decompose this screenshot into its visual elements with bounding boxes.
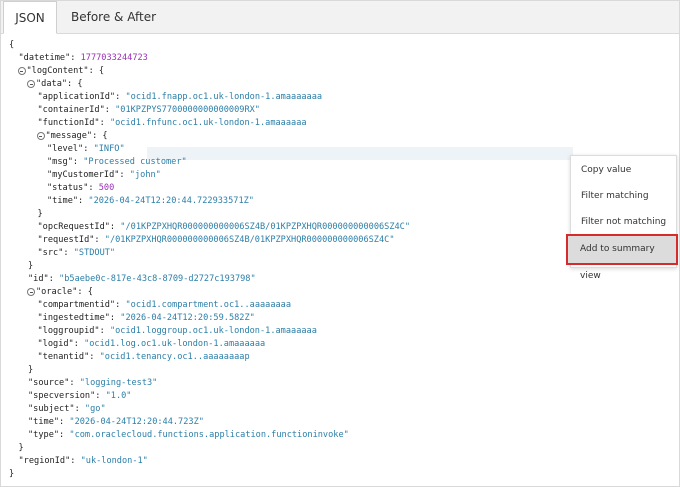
json-value: "2026-04-24T12:20:59.582Z"	[120, 313, 255, 323]
collapse-toggle-icon[interactable]	[36, 132, 45, 140]
json-value: "ocid1.loggroup.oc1.uk-london-1.amaaaaaa	[109, 326, 317, 336]
json-key: "message": {	[45, 131, 108, 141]
json-key: "requestId":	[37, 235, 105, 245]
json-value: "uk-london-1"	[80, 456, 148, 466]
json-key: "data": {	[36, 79, 83, 89]
json-key: "opcRequestId":	[37, 222, 121, 232]
log-detail-panel: JSON Before & After {"datetime": 1777033…	[0, 0, 680, 487]
json-key: "regionId":	[18, 456, 81, 466]
json-value: }	[18, 443, 24, 453]
json-key: "subject":	[28, 404, 85, 414]
json-value: "com.oraclecloud.functions.application.f…	[69, 430, 349, 440]
json-key: "time":	[47, 196, 89, 206]
json-key: "time":	[28, 417, 70, 427]
json-value: "ocid1.fnapp.oc1.uk-london-1.amaaaaaaa	[125, 92, 323, 102]
json-key: "specversion":	[28, 391, 106, 401]
json-key: "logid":	[37, 339, 85, 349]
json-key: "functionId":	[37, 118, 110, 128]
json-value: }	[28, 261, 34, 271]
json-value: "Processed customer"	[83, 157, 187, 167]
json-key: "source":	[28, 378, 80, 388]
json-value: }	[28, 365, 34, 375]
json-value: }	[37, 209, 43, 219]
filter-matching-menu-item[interactable]: Filter matching	[571, 183, 676, 209]
json-value: "01KPZPYS7700000000000009RX"	[115, 105, 260, 115]
json-key: "type":	[28, 430, 70, 440]
collapse-toggle-icon[interactable]	[27, 80, 35, 88]
json-key: "logContent": {	[26, 66, 105, 76]
hovered-row-highlight	[147, 147, 573, 160]
json-key: "msg":	[47, 157, 84, 167]
json-key: "status":	[47, 183, 99, 193]
json-value: }	[9, 469, 15, 479]
json-value: "ocid1.compartment.oc1..aaaaaaaa	[125, 300, 292, 310]
json-value: "/01KPZPXHQR000000000006SZ4B/01KPZPXHQR0…	[104, 235, 395, 245]
tab-before-after[interactable]: Before & After	[57, 1, 170, 33]
tab-json[interactable]: JSON	[3, 1, 57, 34]
json-value: 1777033244723	[80, 53, 148, 63]
json-key: "loggroupid":	[37, 326, 110, 336]
json-value: {	[9, 40, 15, 50]
json-key: "level":	[47, 144, 94, 154]
json-value: "STDOUT"	[73, 248, 116, 258]
json-value: "/01KPZPXHQR000000000006SZ4B/01KPZPXHQR0…	[120, 222, 411, 232]
copy-value-menu-item[interactable]: Copy value	[571, 157, 676, 183]
json-key: "tenantid":	[37, 352, 100, 362]
json-value: "1.0"	[105, 391, 132, 401]
json-value: "ocid1.log.oc1.uk-london-1.amaaaaaa	[84, 339, 266, 349]
collapse-toggle-icon[interactable]	[17, 67, 26, 75]
json-value: "ocid1.fnfunc.oc1.uk-london-1.amaaaaaa	[109, 118, 307, 128]
collapse-toggle-icon[interactable]	[27, 288, 35, 296]
json-value: "2026-04-24T12:20:44.722933571Z"	[88, 196, 254, 206]
json-value: "b5aebe0c-817e-43c8-8709-d2727c193798"	[59, 274, 256, 284]
json-key: "myCustomerId":	[47, 170, 130, 180]
json-key: "ingestedtime":	[37, 313, 121, 323]
json-key: "src":	[37, 248, 74, 258]
add-to-summary-view-menu-item[interactable]: Add to summary view	[566, 234, 678, 281]
json-value: "2026-04-24T12:20:44.723Z"	[69, 417, 204, 427]
json-value: 500	[98, 183, 115, 193]
json-key: "datetime":	[18, 53, 81, 63]
json-value: "go"	[84, 404, 106, 414]
json-key: "id":	[28, 274, 60, 284]
json-key: "oracle": {	[36, 287, 93, 297]
json-value: "logging-test3"	[79, 378, 158, 388]
json-key: "applicationId":	[37, 92, 126, 102]
json-value: "INFO"	[93, 144, 125, 154]
json-key: "compartmentid":	[37, 300, 126, 310]
filter-not-matching-menu-item[interactable]: Filter not matching	[571, 209, 676, 235]
json-value: "john"	[129, 170, 161, 180]
tab-bar: JSON Before & After	[1, 1, 679, 34]
json-value: "ocid1.tenancy.oc1..aaaaaaaap	[99, 352, 250, 362]
json-key: "containerId":	[37, 105, 116, 115]
